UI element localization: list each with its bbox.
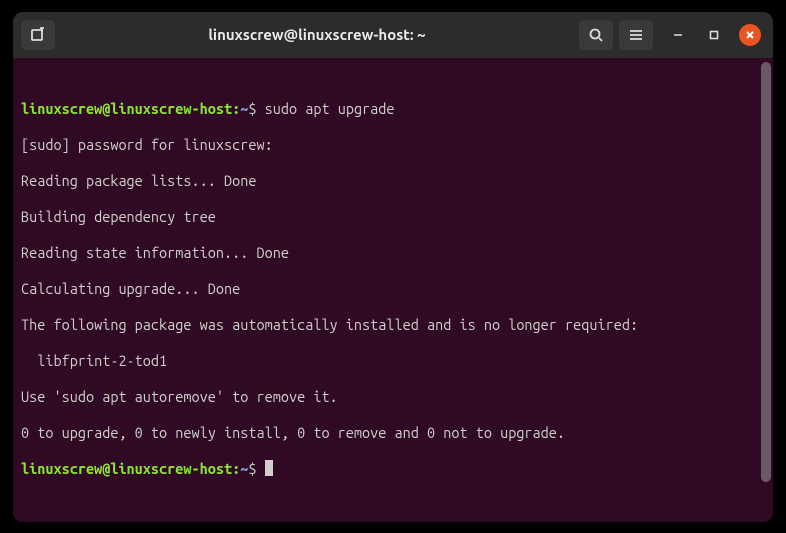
output-line: [sudo] password for linuxscrew: xyxy=(21,136,765,154)
minimize-icon xyxy=(673,30,683,40)
titlebar: linuxscrew@linuxscrew-host: ~ xyxy=(13,12,773,58)
maximize-icon xyxy=(709,30,719,40)
terminal-body[interactable]: linuxscrew@linuxscrew-host:~$ sudo apt u… xyxy=(13,58,773,522)
window-title: linuxscrew@linuxscrew-host: ~ xyxy=(61,26,573,43)
prompt-user: linuxscrew@linuxscrew-host xyxy=(21,460,232,477)
hamburger-icon xyxy=(628,27,644,43)
output-line: libfprint-2-tod1 xyxy=(21,352,765,370)
search-icon xyxy=(588,27,604,43)
output-line: Reading package lists... Done xyxy=(21,172,765,190)
output-line: Building dependency tree xyxy=(21,208,765,226)
output-line: Calculating upgrade... Done xyxy=(21,280,765,298)
output-line: The following package was automatically … xyxy=(21,316,765,334)
cursor xyxy=(265,460,273,476)
maximize-button[interactable] xyxy=(703,24,725,46)
terminal-window: linuxscrew@linuxscrew-host: ~ linuxscrew… xyxy=(13,12,773,522)
new-tab-icon xyxy=(30,27,46,43)
close-button[interactable] xyxy=(739,24,761,46)
output-line: Reading state information... Done xyxy=(21,244,765,262)
new-tab-button[interactable] xyxy=(21,20,55,50)
window-controls xyxy=(659,24,765,46)
close-icon xyxy=(745,30,755,40)
prompt-line-1: linuxscrew@linuxscrew-host:~$ sudo apt u… xyxy=(21,100,765,118)
menu-button[interactable] xyxy=(619,20,653,50)
scrollbar[interactable] xyxy=(761,62,771,482)
prompt-user: linuxscrew@linuxscrew-host xyxy=(21,100,232,117)
search-button[interactable] xyxy=(579,20,613,50)
prompt-dollar: $ xyxy=(248,460,256,477)
prompt-dollar: $ xyxy=(248,100,256,117)
output-line: 0 to upgrade, 0 to newly install, 0 to r… xyxy=(21,424,765,442)
output-line: Use 'sudo apt autoremove' to remove it. xyxy=(21,388,765,406)
minimize-button[interactable] xyxy=(667,24,689,46)
command-1: sudo apt upgrade xyxy=(265,100,395,117)
prompt-line-2: linuxscrew@linuxscrew-host:~$ xyxy=(21,460,765,478)
